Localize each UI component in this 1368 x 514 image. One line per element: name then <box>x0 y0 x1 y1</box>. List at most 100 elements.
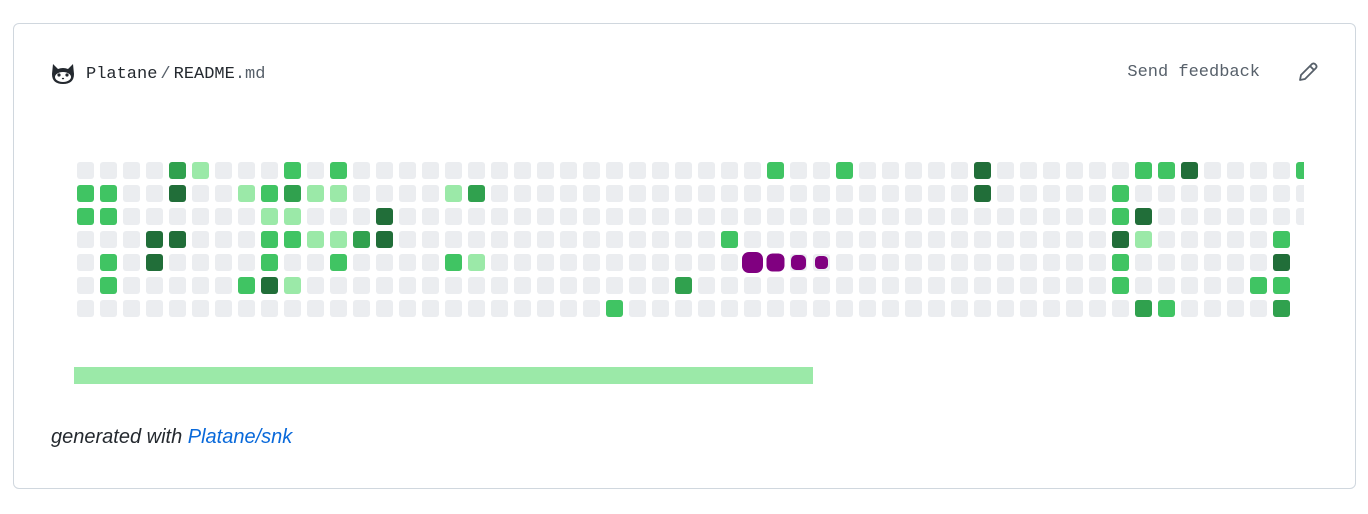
contribution-cell <box>399 162 416 179</box>
contribution-cell <box>1250 185 1267 202</box>
contribution-cell <box>468 231 485 248</box>
contribution-cell <box>951 231 968 248</box>
contribution-cell <box>997 300 1014 317</box>
contribution-cell <box>514 300 531 317</box>
file-extension: .md <box>234 64 266 84</box>
contribution-cell <box>1273 254 1290 271</box>
contribution-cell <box>491 208 508 225</box>
contribution-cell <box>215 300 232 317</box>
contribution-cell <box>928 162 945 179</box>
contribution-cell <box>560 254 577 271</box>
contribution-cell <box>1250 231 1267 248</box>
snake-segment <box>742 252 763 273</box>
contribution-cell <box>1043 300 1060 317</box>
contribution-cell <box>1066 185 1083 202</box>
contribution-cell <box>169 277 186 294</box>
contribution-cell <box>560 300 577 317</box>
contribution-cell <box>583 254 600 271</box>
contribution-cell <box>767 277 784 294</box>
contribution-cell <box>813 300 830 317</box>
contribution-cell <box>1135 208 1152 225</box>
contribution-cell <box>353 231 370 248</box>
contribution-cell <box>1020 277 1037 294</box>
contribution-cell <box>77 231 94 248</box>
contribution-cell <box>560 162 577 179</box>
contribution-cell <box>1089 185 1106 202</box>
owner-link[interactable]: Platane <box>86 65 157 84</box>
contribution-cell <box>836 277 853 294</box>
contribution-cell <box>1181 231 1198 248</box>
filename: README <box>173 64 235 84</box>
contribution-cell <box>560 277 577 294</box>
contribution-cell <box>698 208 715 225</box>
contribution-cell <box>146 208 163 225</box>
contribution-cell <box>721 185 738 202</box>
contribution-cell <box>583 300 600 317</box>
contribution-cell <box>330 300 347 317</box>
contribution-cell <box>399 231 416 248</box>
contribution-cell <box>1089 277 1106 294</box>
contribution-cell <box>330 208 347 225</box>
contribution-cell <box>1181 300 1198 317</box>
pencil-icon[interactable] <box>1296 60 1320 84</box>
contribution-cell <box>675 208 692 225</box>
contribution-cell <box>1204 185 1221 202</box>
contribution-cell <box>1227 162 1244 179</box>
contribution-cell <box>1066 231 1083 248</box>
contribution-cell <box>284 185 301 202</box>
cat-face-icon[interactable] <box>50 62 76 86</box>
contribution-cell <box>1043 254 1060 271</box>
contribution-cell <box>1066 300 1083 317</box>
contribution-cell <box>169 231 186 248</box>
contribution-cell <box>422 185 439 202</box>
contribution-cell <box>376 231 393 248</box>
contribution-cell <box>652 231 669 248</box>
contribution-cell <box>974 300 991 317</box>
contribution-cell <box>537 300 554 317</box>
contribution-cell <box>422 231 439 248</box>
snake-segment <box>766 253 785 272</box>
contribution-cell <box>1204 300 1221 317</box>
snk-repo-link[interactable]: Platane/snk <box>188 426 293 448</box>
contribution-cell <box>1273 208 1290 225</box>
contribution-cell <box>215 277 232 294</box>
contribution-cell <box>192 254 209 271</box>
contribution-cell <box>629 162 646 179</box>
contribution-cell <box>1043 231 1060 248</box>
contribution-cell <box>445 254 462 271</box>
contribution-cell <box>1181 162 1198 179</box>
contribution-cell <box>1250 254 1267 271</box>
contribution-cell <box>514 254 531 271</box>
contribution-cell <box>146 162 163 179</box>
contribution-cell <box>330 254 347 271</box>
contribution-cell <box>238 231 255 248</box>
send-feedback-link[interactable]: Send feedback <box>1127 63 1260 82</box>
contribution-cell <box>744 277 761 294</box>
contribution-cell <box>767 162 784 179</box>
contribution-cell <box>675 300 692 317</box>
contribution-cell <box>1020 185 1037 202</box>
contribution-cell <box>238 300 255 317</box>
contribution-cell <box>1250 300 1267 317</box>
contribution-cell <box>261 208 278 225</box>
contribution-cell <box>422 208 439 225</box>
contribution-cell <box>836 162 853 179</box>
contribution-cell <box>928 208 945 225</box>
contribution-cell <box>468 208 485 225</box>
contribution-cell <box>192 231 209 248</box>
contribution-cell <box>1112 208 1129 225</box>
contribution-cell <box>675 231 692 248</box>
contribution-cell <box>1112 162 1129 179</box>
contribution-cell <box>330 231 347 248</box>
contribution-cell <box>744 231 761 248</box>
contribution-cell <box>1112 185 1129 202</box>
contribution-cell <box>123 254 140 271</box>
contribution-cell <box>100 208 117 225</box>
contribution-cell <box>859 208 876 225</box>
contribution-cell <box>1181 208 1198 225</box>
contribution-cell <box>376 277 393 294</box>
contribution-cell <box>77 185 94 202</box>
contribution-cell <box>790 300 807 317</box>
snake-segment <box>815 256 828 269</box>
contribution-cell <box>1043 208 1060 225</box>
